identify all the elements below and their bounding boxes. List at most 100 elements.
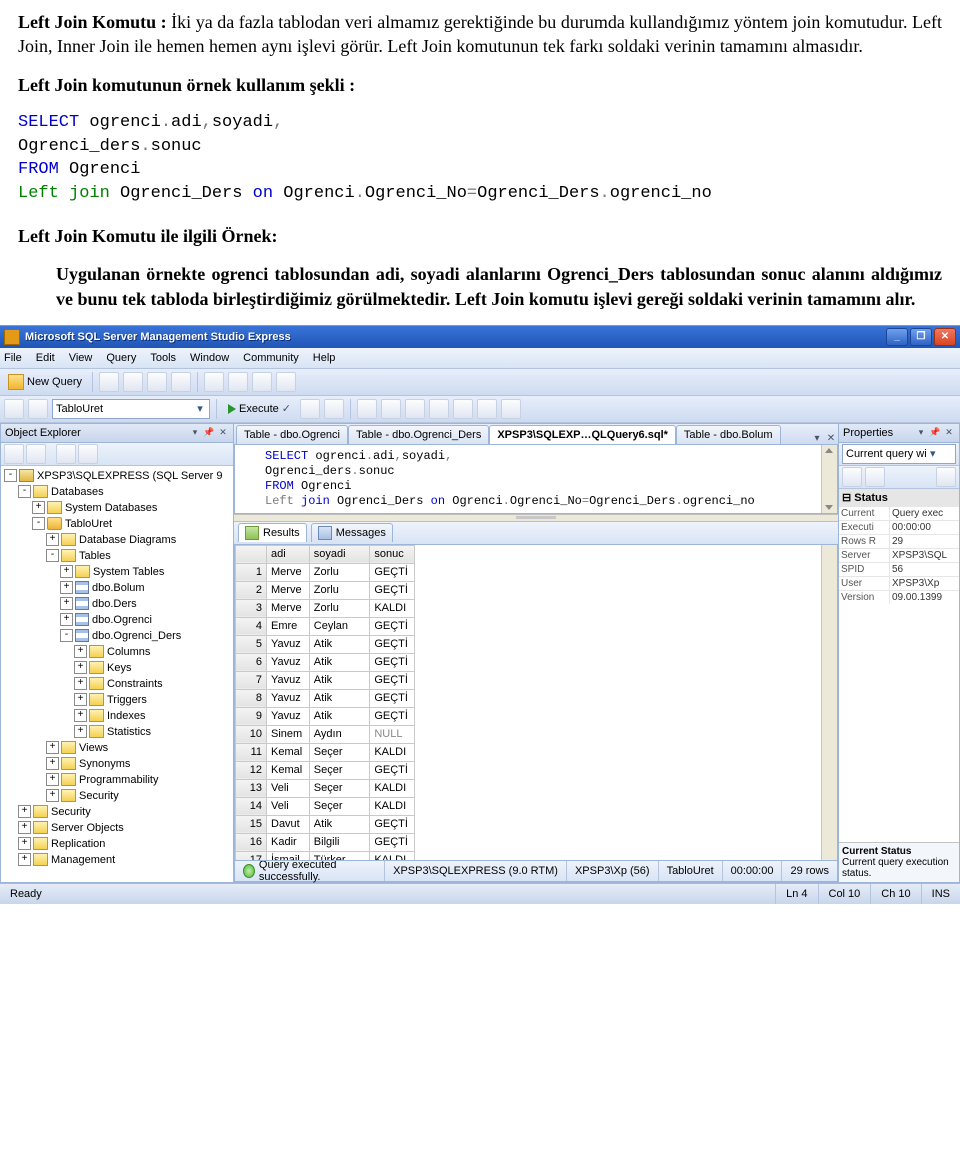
props-row[interactable]: Executi00:00:00 [839, 520, 959, 534]
menu-item[interactable]: Community [243, 352, 299, 364]
tree-twisty[interactable]: + [60, 613, 73, 626]
table-row[interactable]: 5YavuzAtikGEÇTİ [236, 635, 415, 653]
toolbar-button[interactable] [147, 372, 167, 392]
tree-item[interactable]: -Databases [4, 484, 233, 500]
tree-twisty[interactable]: - [46, 549, 59, 562]
menu-item[interactable]: View [69, 352, 93, 364]
editor-tabs[interactable]: Table - dbo.OgrenciTable - dbo.Ogrenci_D… [234, 424, 838, 445]
props-category[interactable]: ⊟ Status [839, 489, 959, 506]
execute-button[interactable]: Execute✓ [223, 402, 296, 415]
column-header[interactable]: soyadi [309, 545, 370, 563]
pin-icon[interactable]: 📌 [929, 427, 941, 439]
messages-tab[interactable]: Messages [311, 523, 393, 542]
tree-item[interactable]: -Tables [4, 548, 233, 564]
menu-item[interactable]: Tools [150, 352, 176, 364]
table-row[interactable]: 17İsmailTürkerKALDI [236, 851, 415, 861]
toolbar-button[interactable] [300, 399, 320, 419]
column-header[interactable] [236, 545, 267, 563]
editor-tab[interactable]: Table - dbo.Ogrenci [236, 425, 348, 444]
tree-twisty[interactable]: + [60, 597, 73, 610]
toolbar-button[interactable] [78, 444, 98, 464]
props-row[interactable]: Version09.00.1399 [839, 590, 959, 604]
results-grid[interactable]: adisoyadisonuc1MerveZorluGEÇTİ2MerveZorl… [234, 545, 838, 861]
close-button[interactable]: ✕ [934, 328, 956, 346]
tree-twisty[interactable]: + [74, 661, 87, 674]
pin-icon[interactable]: 📌 [203, 427, 215, 439]
menu-item[interactable]: Help [313, 352, 336, 364]
minimize-button[interactable]: _ [886, 328, 908, 346]
table-row[interactable]: 14VeliSeçerKALDI [236, 797, 415, 815]
scrollbar[interactable] [821, 445, 837, 513]
tree-twisty[interactable]: + [18, 821, 31, 834]
menu-item[interactable]: Window [190, 352, 229, 364]
database-combo[interactable]: TabloUret▾ [52, 399, 210, 419]
tree-twisty[interactable]: - [4, 469, 17, 482]
tree-twisty[interactable]: + [18, 837, 31, 850]
column-header[interactable]: sonuc [370, 545, 415, 563]
tree-item[interactable]: +Views [4, 740, 233, 756]
properties-grid[interactable]: ⊟ StatusCurrentQuery execExecuti00:00:00… [839, 489, 959, 842]
props-row[interactable]: ServerXPSP3\SQL [839, 548, 959, 562]
splitter[interactable] [234, 514, 838, 522]
toolbar-button[interactable] [28, 399, 48, 419]
toolbar-button[interactable] [842, 467, 862, 487]
tree-item[interactable]: +Replication [4, 836, 233, 852]
result-tabs[interactable]: Results Messages [234, 522, 838, 545]
tree-twisty[interactable]: - [32, 517, 45, 530]
tree-item[interactable]: +Programmability [4, 772, 233, 788]
tree-twisty[interactable]: + [74, 693, 87, 706]
toolbar-button[interactable] [252, 372, 272, 392]
tab-control[interactable]: ✕ [824, 433, 838, 444]
tree-twisty[interactable]: + [60, 565, 73, 578]
pin-icon[interactable]: ▾ [189, 427, 201, 439]
menu-item[interactable]: Edit [36, 352, 55, 364]
tree-item[interactable]: +Security [4, 804, 233, 820]
editor-tab[interactable]: Table - dbo.Ogrenci_Ders [348, 425, 489, 444]
toolbar-button[interactable] [381, 399, 401, 419]
table-row[interactable]: 6YavuzAtikGEÇTİ [236, 653, 415, 671]
pin-icon[interactable]: ▾ [915, 427, 927, 439]
maximize-button[interactable]: ❐ [910, 328, 932, 346]
toolbar-button[interactable] [171, 372, 191, 392]
toolbar-button[interactable] [276, 372, 296, 392]
tree-twisty[interactable]: + [46, 533, 59, 546]
menubar[interactable]: FileEditViewQueryToolsWindowCommunityHel… [0, 348, 960, 369]
tree-item[interactable]: +Security [4, 788, 233, 804]
toolbar-button[interactable] [936, 467, 956, 487]
tree-twisty[interactable]: + [18, 853, 31, 866]
toolbar-button[interactable] [501, 399, 521, 419]
tree-item[interactable]: -TabloUret [4, 516, 233, 532]
toolbar-button[interactable] [228, 372, 248, 392]
tree-twisty[interactable]: + [74, 645, 87, 658]
tree-twisty[interactable]: - [18, 485, 31, 498]
table-row[interactable]: 4EmreCeylanGEÇTİ [236, 617, 415, 635]
tree-item[interactable]: +Server Objects [4, 820, 233, 836]
scrollbar[interactable] [821, 545, 837, 860]
table-row[interactable]: 15DavutAtikGEÇTİ [236, 815, 415, 833]
tree-twisty[interactable]: + [46, 789, 59, 802]
tree-twisty[interactable]: + [74, 677, 87, 690]
object-explorer-tree[interactable]: -XPSP3\SQLEXPRESS (SQL Server 9-Database… [1, 466, 233, 882]
toolbar-button[interactable] [324, 399, 344, 419]
tree-item[interactable]: +dbo.Ders [4, 596, 233, 612]
tree-item[interactable]: +Statistics [4, 724, 233, 740]
tree-item[interactable]: +System Tables [4, 564, 233, 580]
toolbar-button[interactable] [865, 467, 885, 487]
tree-item[interactable]: +Columns [4, 644, 233, 660]
table-row[interactable]: 2MerveZorluGEÇTİ [236, 581, 415, 599]
tree-item[interactable]: +Indexes [4, 708, 233, 724]
results-tab[interactable]: Results [238, 523, 307, 542]
toolbar-button[interactable] [357, 399, 377, 419]
table-row[interactable]: 12KemalSeçerGEÇTİ [236, 761, 415, 779]
toolbar-button[interactable] [26, 444, 46, 464]
tree-item[interactable]: -XPSP3\SQLEXPRESS (SQL Server 9 [4, 468, 233, 484]
tree-twisty[interactable]: + [46, 773, 59, 786]
tree-item[interactable]: +Management [4, 852, 233, 868]
props-row[interactable]: CurrentQuery exec [839, 506, 959, 520]
tree-item[interactable]: +Keys [4, 660, 233, 676]
table-row[interactable]: 9YavuzAtikGEÇTİ [236, 707, 415, 725]
table-row[interactable]: 3MerveZorluKALDI [236, 599, 415, 617]
tree-item[interactable]: +System Databases [4, 500, 233, 516]
menu-item[interactable]: File [4, 352, 22, 364]
editor-tab[interactable]: Table - dbo.Bolum [676, 425, 781, 444]
